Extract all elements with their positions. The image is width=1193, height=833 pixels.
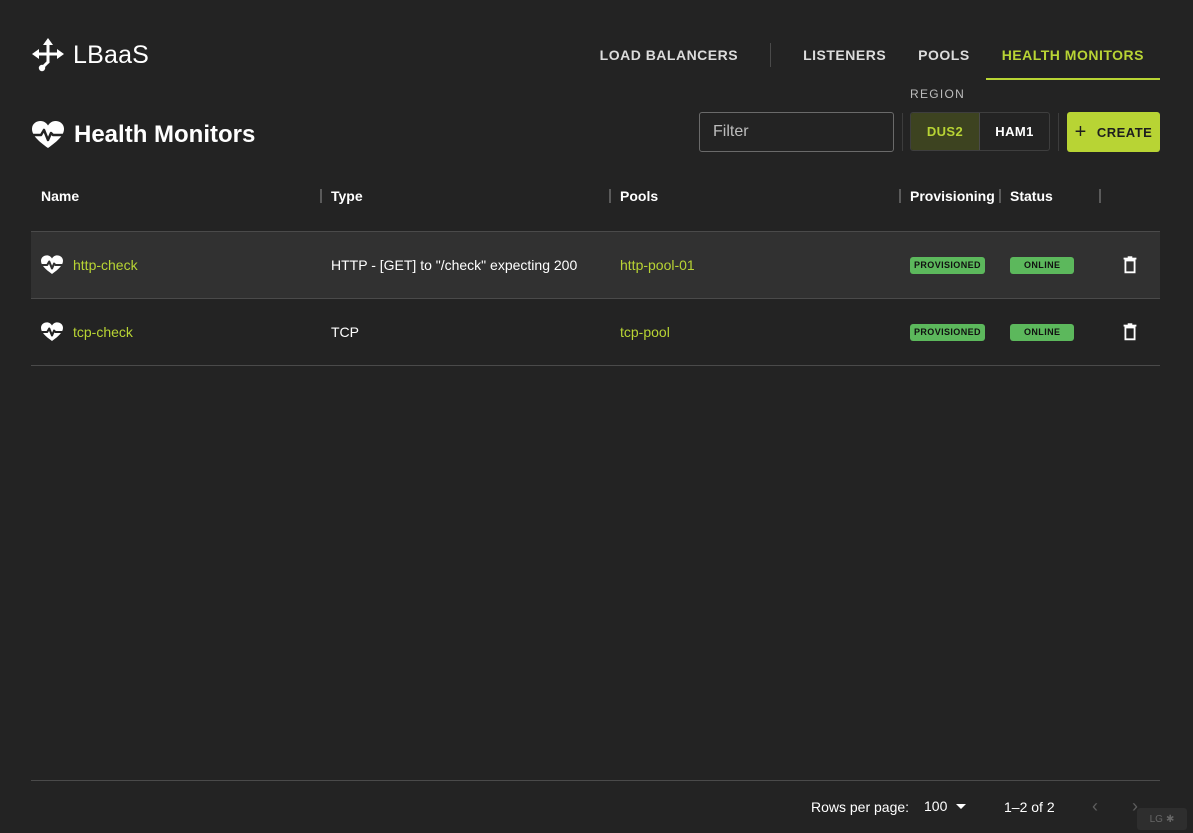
type-cell: HTTP - [GET] to "/check" expecting 200: [331, 257, 578, 273]
nav-health-monitors[interactable]: HEALTH MONITORS: [985, 32, 1160, 80]
rows-per-page-label: Rows per page:: [811, 799, 910, 815]
status-badge: ONLINE: [1010, 323, 1075, 341]
table-row[interactable]: http-check HTTP - [GET] to "/check" expe…: [31, 232, 1160, 299]
column-header-status[interactable]: Status: [1010, 188, 1053, 204]
column-header-pools[interactable]: Pools: [620, 188, 658, 204]
rows-per-page-select[interactable]: 100: [924, 798, 967, 814]
create-button-label: CREATE: [1096, 124, 1153, 140]
footer-divider: [31, 780, 1160, 781]
toolbar-divider: [1058, 113, 1059, 151]
top-nav: LOAD BALANCERS LISTENERS POOLS HEALTH MO…: [584, 32, 1160, 80]
name-cell: tcp-check: [41, 299, 133, 365]
delete-button[interactable]: [1119, 299, 1141, 365]
app-root: LBaaS LOAD BALANCERS LISTENERS POOLS HEA…: [0, 0, 1193, 833]
debug-badge[interactable]: LG ✱: [1137, 808, 1187, 830]
column-header-name[interactable]: Name: [41, 188, 79, 204]
provisioning-cell: PROVISIONED: [910, 299, 985, 365]
name-cell: http-check: [41, 232, 138, 298]
brand[interactable]: LBaaS: [32, 38, 149, 72]
pool-cell: http-pool-01: [620, 232, 695, 298]
debug-badge-label: LG: [1149, 813, 1163, 825]
column-resize-handle[interactable]: [1099, 189, 1101, 203]
column-header-provisioning[interactable]: Provisioning: [910, 188, 995, 204]
page-heading: Health Monitors: [32, 121, 255, 149]
caret-down-icon: [956, 803, 967, 809]
nav-listeners[interactable]: LISTENERS: [787, 32, 902, 78]
table-row[interactable]: tcp-check TCP tcp-pool PROVISIONED ONLIN…: [31, 299, 1160, 366]
region-button-ham1[interactable]: HAM1: [980, 113, 1049, 150]
heartbeat-icon: [41, 322, 63, 341]
brand-name: LBaaS: [73, 40, 150, 69]
bug-icon: ✱: [1165, 813, 1175, 825]
load-balancer-icon: [32, 38, 64, 72]
monitor-name-link[interactable]: http-check: [73, 257, 138, 273]
trash-icon: [1123, 256, 1137, 274]
column-resize-handle[interactable]: [999, 189, 1001, 203]
filter-input[interactable]: [699, 112, 894, 152]
trash-icon: [1123, 323, 1137, 341]
region-button-dus2[interactable]: DUS2: [911, 113, 980, 150]
type-cell: TCP: [331, 324, 359, 340]
region-toggle: DUS2 HAM1: [910, 112, 1050, 151]
pool-cell: tcp-pool: [620, 299, 670, 365]
delete-button[interactable]: [1119, 232, 1141, 298]
nav-pools[interactable]: POOLS: [902, 32, 986, 78]
monitor-name-link[interactable]: tcp-check: [73, 324, 133, 340]
previous-page-button[interactable]: ‹: [1092, 796, 1098, 817]
region-label: REGION: [910, 87, 966, 101]
nav-load-balancers[interactable]: LOAD BALANCERS: [584, 32, 754, 78]
nav-divider: [770, 43, 772, 67]
pool-link[interactable]: http-pool-01: [620, 257, 695, 273]
heartbeat-icon: [32, 121, 64, 148]
health-monitors-table: Name Type Pools Provisioning Status http…: [31, 162, 1160, 366]
provisioning-cell: PROVISIONED: [910, 232, 985, 298]
provisioning-badge: PROVISIONED: [910, 256, 985, 274]
pool-link[interactable]: tcp-pool: [620, 324, 670, 340]
plus-icon: +: [1074, 121, 1087, 143]
table-header: Name Type Pools Provisioning Status: [31, 162, 1160, 232]
provisioning-badge: PROVISIONED: [910, 323, 985, 341]
column-header-type[interactable]: Type: [331, 188, 363, 204]
column-resize-handle[interactable]: [320, 189, 322, 203]
column-resize-handle[interactable]: [609, 189, 611, 203]
pagination-range: 1–2 of 2: [1004, 799, 1055, 815]
status-cell: ONLINE: [1010, 299, 1075, 365]
rows-per-page-value: 100: [924, 798, 948, 814]
status-cell: ONLINE: [1010, 232, 1075, 298]
chevron-left-icon: ‹: [1092, 796, 1098, 816]
column-resize-handle[interactable]: [899, 189, 901, 203]
page-title: Health Monitors: [74, 121, 256, 148]
toolbar-divider: [902, 113, 903, 151]
status-badge: ONLINE: [1010, 256, 1075, 274]
heartbeat-icon: [41, 255, 63, 274]
create-button[interactable]: + CREATE: [1067, 112, 1160, 152]
